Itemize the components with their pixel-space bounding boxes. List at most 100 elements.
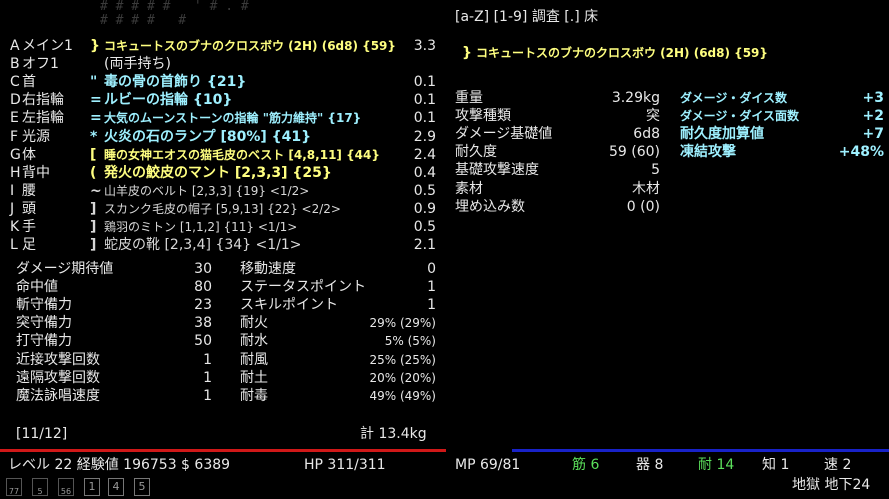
equipment-row[interactable]: C 首 " 毒の骨の首飾り {21} 0.1 [10,73,438,91]
quickslot[interactable]: 5 [134,478,150,496]
equipment-row[interactable]: F 光源 * 火炎の石のランプ [80%] {41} 2.9 [10,128,438,146]
stat-label: 命中値 [16,279,58,296]
stat-value: 30 [194,261,212,277]
stat-strength: 筋 6 [572,457,600,473]
detail-prop-label: 攻撃種類 [455,108,511,125]
equipment-row[interactable]: I 腰 ~ 山羊皮のベルト [2,3,3] {19} <1/2> 0.5 [10,182,438,200]
mp-readout: MP 69/81 [455,457,521,473]
detail-prop-label: 耐久度 [455,144,497,161]
stat-value: 1 [427,297,436,314]
hp-readout: HP 311/311 [304,457,386,473]
detail-prop-value: 6d8 [633,126,660,143]
detail-prop-value: 木材 [632,180,660,197]
stat-value: 80 [194,279,212,296]
item-weight: 0.1 [413,92,436,109]
slot-letter: B [10,56,20,73]
slot-name: オフ1 [22,56,59,73]
stat-label: 打守備力 [16,333,72,350]
detail-prop-label: 基礎攻撃速度 [455,162,539,179]
mp-bar [512,449,889,452]
item-weight: 2.4 [413,146,436,163]
enchant-value: +3 [862,90,884,106]
item-weight: 2.1 [413,237,436,254]
background-map-row2: # # # # # [100,13,187,28]
detail-item-symbol: } [462,45,472,61]
item-weight: 0.5 [413,182,436,199]
detail-prop-label: 素材 [455,180,483,197]
detail-prop-value: 3.29kg [611,90,660,106]
stat-value: 49% (49%) [369,388,436,403]
enchant-value: +2 [862,108,884,125]
stat-value: 0 [427,261,436,277]
equipment-row[interactable]: K 手] 鶏羽のミトン [1,1,2] {11} <1/1> 0.5 [10,218,438,236]
stat-speed: 速 2 [824,457,852,473]
stat-value: 38 [194,315,212,332]
quickslot[interactable]: 4 [108,478,124,496]
item-name: (両手持ち) [104,56,171,73]
detail-prop-label: ダメージ基礎値 [455,126,553,143]
stat-label: 魔法詠唱速度 [16,387,100,404]
quickslot[interactable]: 5 [32,478,48,496]
stat-label: 斬守備力 [16,297,72,314]
level-exp-gold: レベル 22 経験値 196753 $ 6389 [8,457,231,473]
equipment-row[interactable]: B オフ1 (両手持ち) [10,55,438,73]
stat-label: 耐水 [240,333,268,350]
stat-label: 耐土 [240,369,268,386]
equipment-row[interactable]: A メイン1} コキュートスのブナのクロスボウ (2H) (6d8) {59} 3.3 [10,37,438,55]
stat-label: ダメージ期待値 [16,261,114,277]
stat-value: 29% (29%) [369,316,436,331]
equipment-row[interactable]: G体[睡の女神エオスの猫毛皮のベスト [4,8,11] {44} 2.4 [10,146,438,164]
stat-label: 移動速度 [240,261,296,277]
detail-prop-value: 0 (0) [626,198,660,215]
item-weight: 0.5 [413,219,436,235]
stat-value: 1 [203,387,212,404]
quickslot[interactable]: 56 [58,478,74,496]
equipment-row[interactable]: H背中(発火の鮫皮のマント [2,3,3] {25} 0.4 [10,164,438,182]
enchant-value: +7 [862,126,884,143]
stat-label: スキルポイント [240,297,338,314]
detail-item-title: コキュートスのブナのクロスボウ (2H) (6d8) {59} [476,46,768,60]
enchant-value: +48% [838,144,884,161]
stat-value: 1 [203,351,212,368]
item-weight: 0.1 [413,74,436,91]
detail-prop-value: 5 [651,162,660,179]
item-weight: 0.4 [413,164,436,181]
equipment-row[interactable]: E 左指輪 = 大気のムーンストーンの指輪 "筋力維持" {17} 0.1 [10,109,438,127]
detail-prop-value: 59 (60) [608,144,660,161]
stat-value: 20% (20%) [369,370,436,385]
stat-constitution: 耐 14 [698,457,735,473]
enchant-label: 凍結攻撃 [680,144,736,161]
stat-value: 50 [194,333,212,350]
item-weight: 3.3 [413,38,436,54]
detail-prop-label: 埋め込み数 [455,198,525,215]
equipment-row[interactable]: D右指輪 = ルビーの指輪 {10} 0.1 [10,91,438,109]
stat-label: 耐風 [240,351,268,368]
stat-value: 25% (25%) [369,352,436,367]
enchant-label: 耐久度加算値 [680,126,764,143]
item-weight: 0.1 [413,110,436,127]
hp-bar [0,449,446,452]
stat-value: 23 [194,297,212,314]
quickslot[interactable]: 1 [84,478,100,496]
equipment-row[interactable]: J 頭] スカンク毛皮の帽子 [5,9,13] {22} <2/2> 0.9 [10,200,438,218]
stat-label: 耐火 [240,315,268,332]
stat-value: 5% (5%) [384,334,436,349]
enchant-label: ダメージ・ダイス面数 [680,109,800,124]
total-weight: 計 13.4kg [360,426,427,442]
stat-value: 1 [427,279,436,296]
stat-label: 突守備力 [16,315,72,332]
slot-count: [11/12] [16,426,68,442]
stat-dexterity: 器 8 [636,457,664,473]
stat-label: 近接攻撃回数 [16,351,100,368]
detail-prop-value: 突 [646,108,660,125]
stat-label: 遠隔攻撃回数 [16,369,100,386]
enchant-label: ダメージ・ダイス数 [680,91,788,105]
stat-value: 1 [203,369,212,386]
item-weight: 0.9 [413,200,436,217]
item-weight: 2.9 [413,128,436,145]
equipment-row[interactable]: L 足] 蛇皮の靴 [2,3,4] {34} <1/1> 2.1 [10,236,438,254]
stat-label: 耐毒 [240,387,268,404]
quickslot[interactable]: 77 [6,478,22,496]
key-hint: [a-Z] [1-9] 調査 [.] 床 [455,9,599,25]
detail-prop-label: 重量 [455,90,483,106]
